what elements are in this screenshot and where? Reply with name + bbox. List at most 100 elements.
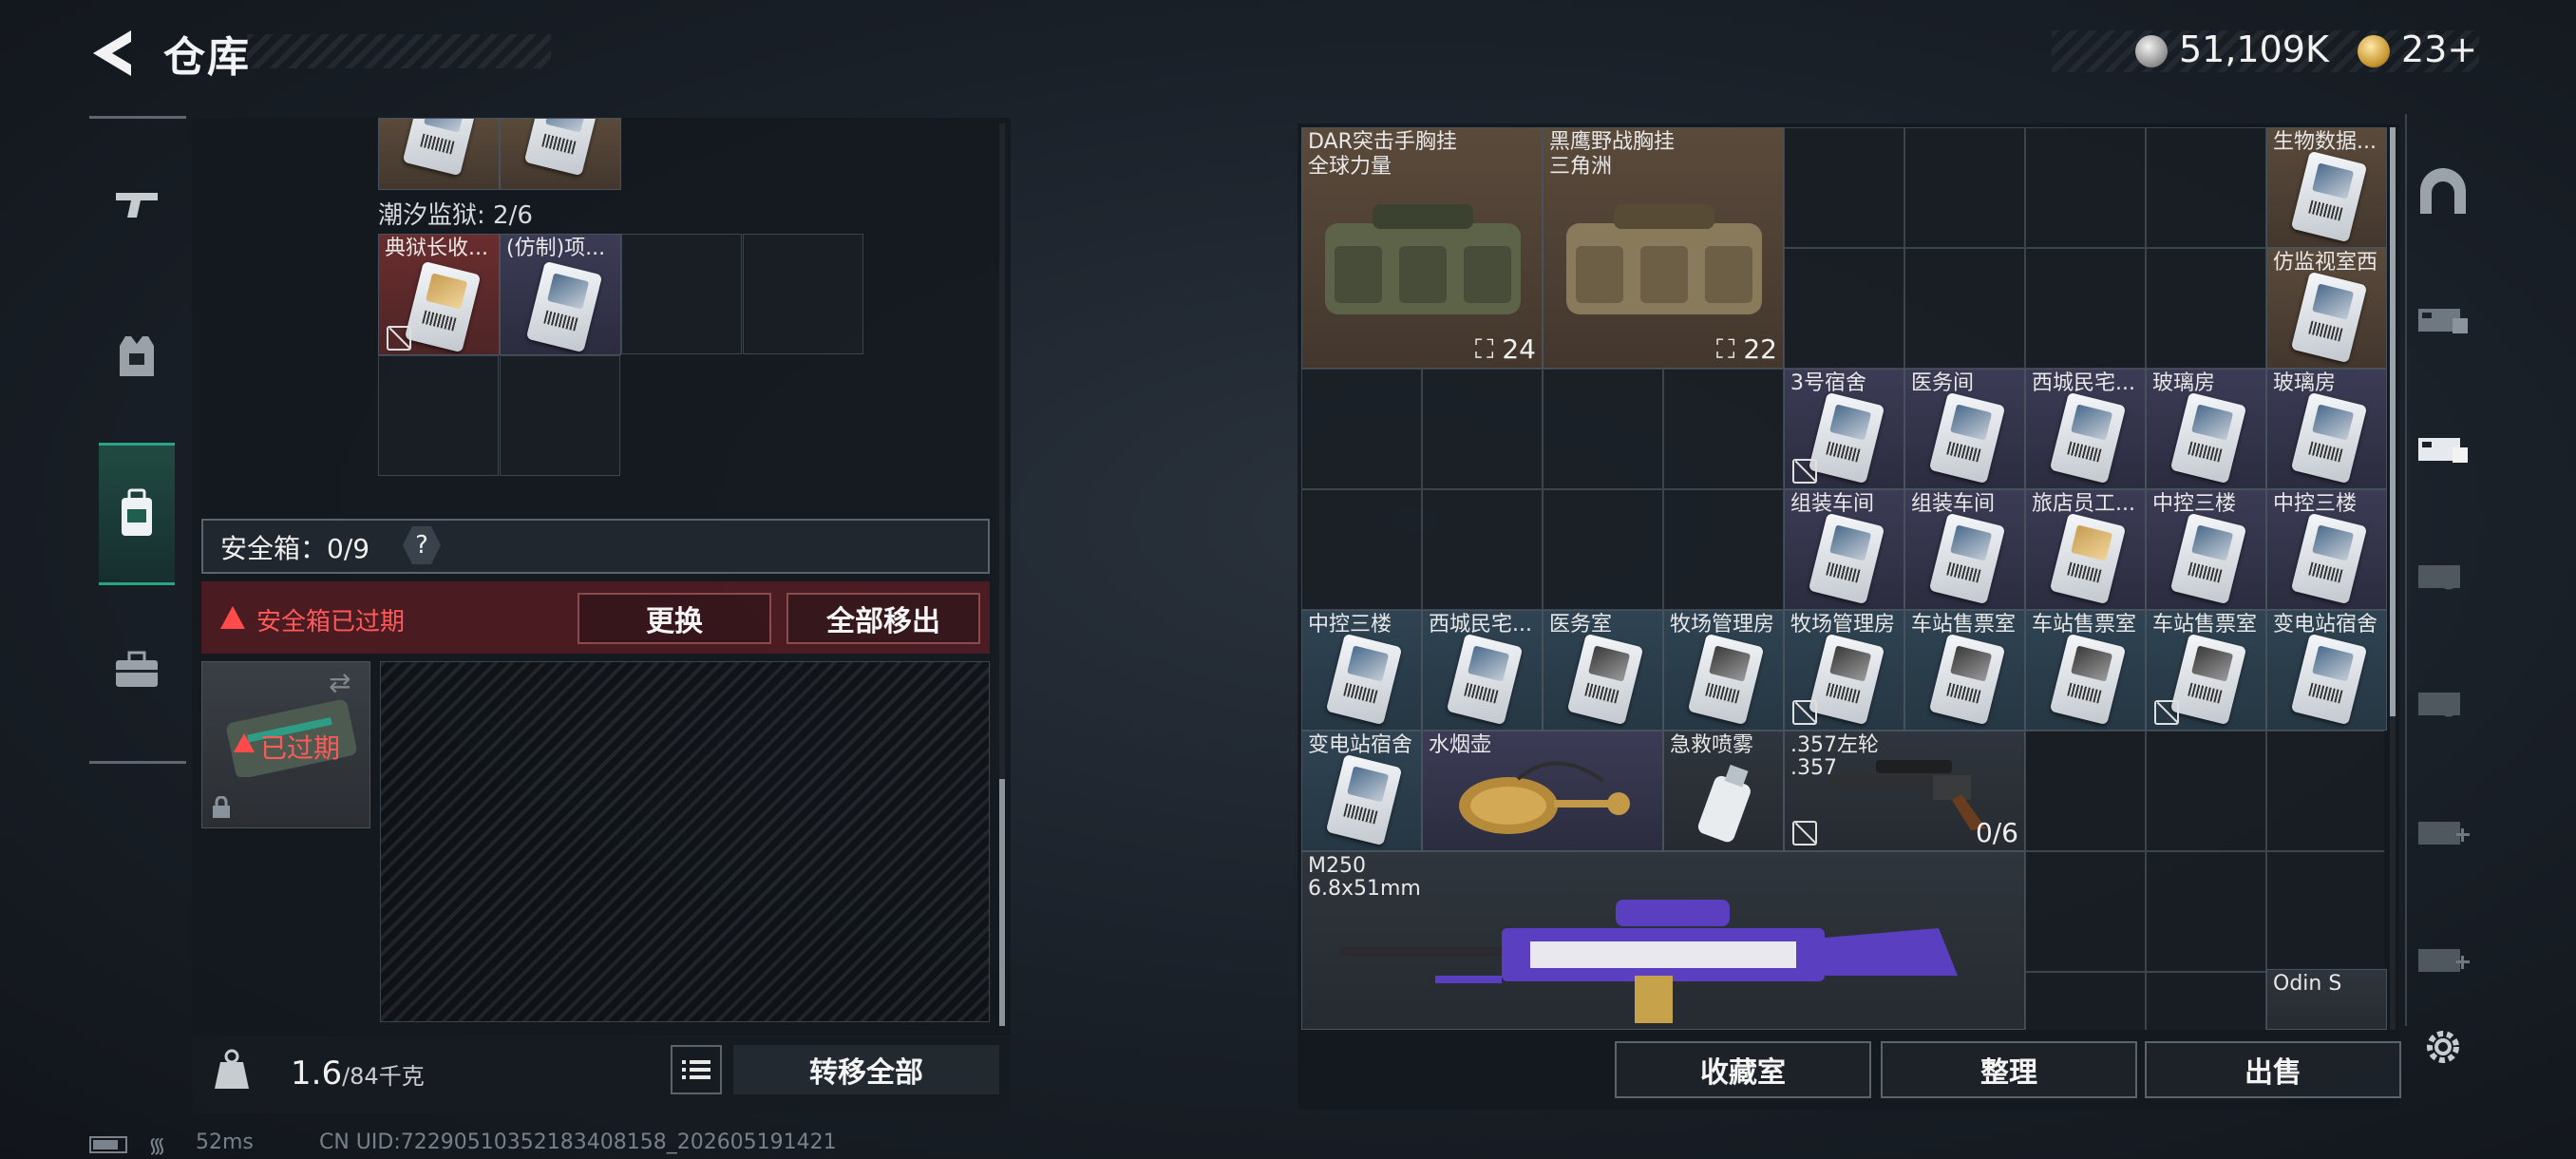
keycard-item[interactable]: 中控三楼 bbox=[2266, 489, 2387, 610]
stash-grid-cell[interactable] bbox=[2266, 731, 2384, 851]
stash-page-icon[interactable] bbox=[2413, 285, 2473, 346]
keycard-item[interactable]: 医务室 bbox=[1543, 610, 1663, 731]
slot-count: ⛶ 22 bbox=[1716, 333, 1777, 366]
chest-rig-item[interactable]: 黑鹰野战胸挂 三角洲 ⛶ 22 bbox=[1543, 127, 1784, 369]
item-label: 牧场管理房 bbox=[1790, 613, 1896, 636]
keycard-item[interactable]: 中控三楼 bbox=[1301, 610, 1422, 731]
prison-section-label: 潮汐监狱: 2/6 bbox=[378, 201, 533, 230]
item-name: DAR突击手胸挂 bbox=[1308, 130, 1457, 154]
grid-cell[interactable] bbox=[743, 234, 863, 354]
keycard-item[interactable]: 玻璃房 bbox=[2266, 369, 2387, 489]
keycard-item[interactable]: 牧场管理房 bbox=[1784, 610, 1904, 731]
replace-button[interactable]: 更换 bbox=[578, 593, 771, 644]
stash-grid-cell[interactable] bbox=[1422, 369, 1543, 489]
keycard-item[interactable]: 生物数据... bbox=[2266, 127, 2387, 248]
stash-grid-cell[interactable] bbox=[2146, 851, 2266, 972]
item-label: 仿监视室西 bbox=[2273, 251, 2378, 275]
keycard-item[interactable]: 中控三楼 bbox=[2146, 489, 2266, 610]
keycard-item[interactable]: 西城民宅... bbox=[2025, 369, 2146, 489]
container-item[interactable] bbox=[378, 118, 500, 190]
keycard-item[interactable]: 变电站宿舍 bbox=[1301, 731, 1422, 851]
grid-cell[interactable] bbox=[500, 355, 620, 476]
safe-box-expired-label: 已过期 bbox=[260, 732, 341, 764]
chest-rig-item[interactable]: DAR突击手胸挂 全球力量 ⛶ 24 bbox=[1301, 127, 1543, 369]
stash-grid-cell[interactable] bbox=[2025, 127, 2146, 248]
stash-grid-cell[interactable] bbox=[1904, 248, 2025, 369]
stash-grid-cell[interactable] bbox=[1904, 127, 2025, 248]
ping-readout: 52ms bbox=[196, 1130, 254, 1154]
stash-grid-cell[interactable] bbox=[2146, 127, 2266, 248]
machine-gun-item[interactable]: M250 6.8x51mm bbox=[1301, 851, 2025, 1030]
gear-icon[interactable] bbox=[2420, 1024, 2466, 1070]
back-arrow-icon[interactable] bbox=[87, 27, 135, 80]
stash-grid-cell[interactable] bbox=[1301, 489, 1422, 610]
keycard-item[interactable]: 医务间 bbox=[1904, 369, 2025, 489]
item-label: 玻璃房 bbox=[2152, 371, 2216, 395]
stash-page-icon[interactable] bbox=[2413, 542, 2473, 602]
keycard-item[interactable]: 旅店员工... bbox=[2025, 489, 2146, 610]
keycard-item[interactable]: 西城民宅... bbox=[1422, 610, 1543, 731]
stash-grid-cell[interactable] bbox=[2146, 731, 2266, 851]
lock-icon bbox=[213, 796, 230, 818]
stash-grid-cell[interactable] bbox=[2146, 972, 2266, 1030]
first-aid-spray-item[interactable]: 急救喷雾 bbox=[1663, 731, 1784, 851]
odin-item[interactable]: Odin S bbox=[2266, 969, 2387, 1030]
gold-amount[interactable]: 23+ bbox=[2401, 28, 2477, 70]
stash-grid-cell[interactable] bbox=[2025, 248, 2146, 369]
rail-case-button[interactable] bbox=[99, 598, 175, 741]
sell-button[interactable]: 出售 bbox=[2145, 1041, 2401, 1098]
stash-grid-cell[interactable] bbox=[1663, 489, 1784, 610]
stash-grid-cell[interactable] bbox=[1422, 489, 1543, 610]
stash-grid-cell[interactable] bbox=[2025, 972, 2146, 1030]
gold-coin-icon[interactable] bbox=[2358, 35, 2390, 67]
stash-grid-cell[interactable] bbox=[1784, 248, 1904, 369]
keycard-item[interactable]: 车站售票室 bbox=[1904, 610, 2025, 731]
rail-backpack-button[interactable] bbox=[99, 443, 175, 585]
stash-grid-cell[interactable] bbox=[2025, 731, 2146, 851]
stash-grid-cell[interactable] bbox=[1301, 369, 1422, 489]
hookah-item[interactable]: 水烟壶 bbox=[1422, 731, 1663, 851]
swap-icon[interactable]: ⇄ bbox=[329, 667, 350, 698]
warden-keycard-item[interactable]: 典狱长收... bbox=[378, 234, 500, 355]
replica-item[interactable]: (仿制)项... bbox=[500, 234, 621, 355]
list-view-button[interactable] bbox=[671, 1045, 722, 1094]
keycard-item[interactable]: 变电站宿舍 bbox=[2266, 610, 2387, 731]
keycard-item[interactable]: 仿监视室西 bbox=[2266, 248, 2387, 369]
stash-home-icon[interactable] bbox=[2413, 162, 2473, 222]
revolver-item[interactable]: .357左轮 .357 0/6 bbox=[1784, 731, 2025, 851]
stash-grid-cell[interactable] bbox=[1784, 127, 1904, 248]
container-scroll-thumb[interactable] bbox=[999, 779, 1005, 1026]
gun-icon bbox=[116, 193, 158, 218]
stash-grid-cell[interactable] bbox=[1543, 369, 1663, 489]
keycard-item[interactable]: 车站售票室 bbox=[2146, 610, 2266, 731]
grid-cell[interactable] bbox=[378, 355, 499, 476]
stash-page-icon[interactable] bbox=[2413, 669, 2473, 730]
collection-room-button[interactable]: 收藏室 bbox=[1615, 1041, 1871, 1098]
stash-grid-cell[interactable] bbox=[1663, 369, 1784, 489]
keycard-item[interactable]: 车站售票室 bbox=[2025, 610, 2146, 731]
stash-grid-cell[interactable] bbox=[2266, 851, 2384, 972]
keycard-item[interactable]: 组装车间 bbox=[1784, 489, 1904, 610]
grid-cell[interactable] bbox=[621, 234, 742, 354]
sort-button[interactable]: 整理 bbox=[1881, 1041, 2137, 1098]
stash-scroll-thumb[interactable] bbox=[2390, 127, 2396, 716]
keycard-icon bbox=[1446, 633, 1524, 726]
transfer-all-button[interactable]: 转移全部 bbox=[733, 1045, 999, 1094]
stash-grid-cell[interactable] bbox=[1543, 489, 1663, 610]
stash-page-add-icon[interactable] bbox=[2413, 798, 2473, 859]
keycard-item[interactable]: 玻璃房 bbox=[2146, 369, 2266, 489]
stash-page-icon-active[interactable] bbox=[2413, 414, 2473, 475]
container-item[interactable] bbox=[500, 118, 621, 190]
keycard-item[interactable]: 3号宿舍 bbox=[1784, 369, 1904, 489]
rail-armor-button[interactable] bbox=[99, 285, 175, 428]
rail-weapons-button[interactable] bbox=[99, 133, 175, 276]
move-all-out-button[interactable]: 全部移出 bbox=[786, 593, 980, 644]
stash-grid-cell[interactable] bbox=[2146, 248, 2266, 369]
keycard-icon bbox=[2290, 391, 2368, 484]
keycard-item[interactable]: 组装车间 bbox=[1904, 489, 2025, 610]
uid-readout: CN UID:7229051035218340815​8_20260519142… bbox=[319, 1130, 837, 1154]
item-label: (仿制)项... bbox=[506, 237, 606, 260]
stash-grid-cell[interactable] bbox=[2025, 851, 2146, 972]
stash-page-add-icon[interactable] bbox=[2413, 925, 2473, 986]
keycard-item[interactable]: 牧场管理房 bbox=[1663, 610, 1784, 731]
